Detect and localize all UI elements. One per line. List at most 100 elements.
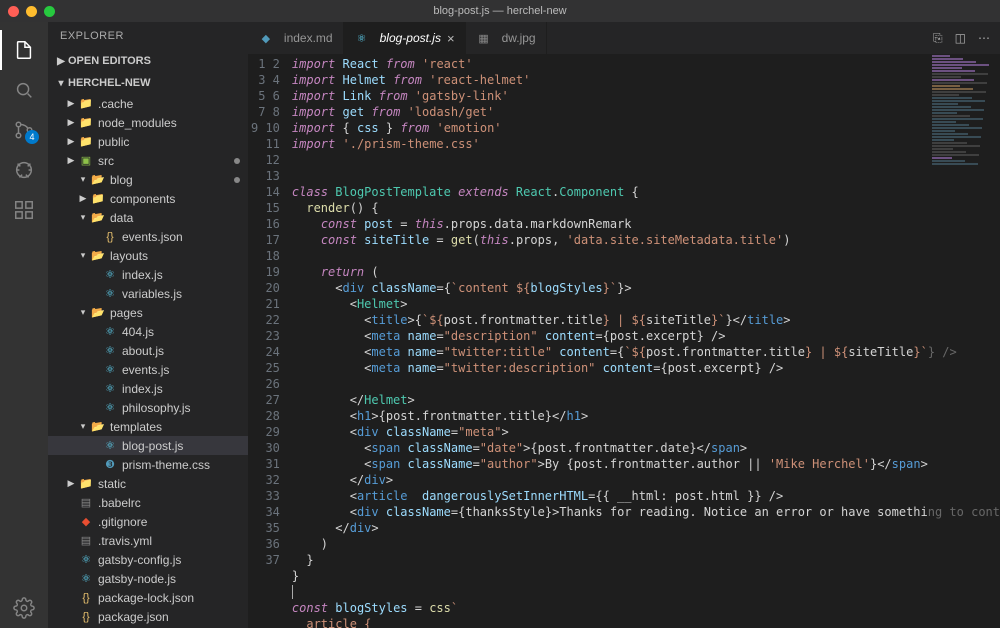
tree-item-variables-js[interactable]: ⚛ variables.js <box>48 284 248 303</box>
twistie-icon: ▾ <box>76 307 90 318</box>
tree-label: events.json <box>122 230 183 244</box>
tree-label: templates <box>110 420 162 434</box>
tree-item-layouts[interactable]: ▾📂 layouts <box>48 246 248 265</box>
tree-label: about.js <box>122 344 164 358</box>
tree-label: 404.js <box>122 325 154 339</box>
code-editor[interactable]: import React from 'react' import Helmet … <box>292 54 1000 628</box>
file-icon: ⚛ <box>102 343 118 359</box>
tree-item-index-js[interactable]: ⚛index.js <box>48 379 248 398</box>
tree-label: package-lock.json <box>98 591 194 605</box>
twistie-icon: ▶ <box>64 155 78 166</box>
file-icon: ▤ <box>78 495 94 511</box>
tab-index-md[interactable]: ◆index.md <box>248 22 344 54</box>
activity-explorer-icon[interactable] <box>0 30 48 70</box>
twistie-icon: ▶ <box>64 98 78 109</box>
file-icon: ◆ <box>78 514 94 530</box>
tree-label: index.js <box>122 268 163 282</box>
tree-item-static[interactable]: ▶📁static <box>48 474 248 493</box>
tree-item--cache[interactable]: ▶📁 .cache <box>48 94 248 113</box>
file-icon: {} <box>102 229 118 245</box>
tree-item-blog[interactable]: ▾📂blog <box>48 170 248 189</box>
tree-label: components <box>110 192 175 206</box>
editor-actions: ⎘ ◫ ⋯ <box>933 22 1000 54</box>
file-icon: 📂 <box>90 248 106 264</box>
maximize-window-button[interactable] <box>44 6 55 17</box>
close-window-button[interactable] <box>8 6 19 17</box>
open-changes-icon[interactable]: ⎘ <box>933 31 943 46</box>
file-icon: 📁 <box>78 96 94 112</box>
titlebar: blog-post.js — herchel-new <box>0 0 1000 22</box>
minimap[interactable] <box>928 54 1000 628</box>
activity-settings-icon[interactable] <box>0 588 48 628</box>
file-icon: ❸ <box>102 457 118 473</box>
tree-item-components[interactable]: ▶📁components <box>48 189 248 208</box>
activity-search-icon[interactable] <box>0 70 48 110</box>
tree-item-pages[interactable]: ▾📂pages <box>48 303 248 322</box>
open-editors-section[interactable]: ▶OPEN EDITORS <box>48 50 248 72</box>
tree-label: .babelrc <box>98 496 141 510</box>
file-icon: {} <box>78 590 94 606</box>
file-icon: ⚛ <box>78 552 94 568</box>
tree-label: blog-post.js <box>122 439 183 453</box>
split-editor-icon[interactable]: ◫ <box>955 31 966 45</box>
twistie-icon: ▶ <box>64 478 78 489</box>
tree-label: layouts <box>110 249 148 263</box>
dirty-indicator-icon <box>234 158 240 164</box>
file-icon: ▤ <box>78 533 94 549</box>
editor-tabs: ◆index.md⚛blog-post.js×▦dw.jpg ⎘ ◫ ⋯ <box>248 22 1000 54</box>
tree-item-404-js[interactable]: ⚛404.js <box>48 322 248 341</box>
tree-label: variables.js <box>122 287 182 301</box>
tree-item-gatsby-config-js[interactable]: ⚛ gatsby-config.js <box>48 550 248 569</box>
minimize-window-button[interactable] <box>26 6 37 17</box>
tree-label: events.js <box>122 363 169 377</box>
file-icon: ⚛ <box>78 571 94 587</box>
tree-item-about-js[interactable]: ⚛ about.js <box>48 341 248 360</box>
file-icon: ⚛ <box>102 286 118 302</box>
file-icon: ⚛ <box>102 438 118 454</box>
more-actions-icon[interactable]: ⋯ <box>978 31 990 45</box>
tree-item-index-js[interactable]: ⚛index.js <box>48 265 248 284</box>
tree-item--babelrc[interactable]: ▤ .babelrc <box>48 493 248 512</box>
file-icon: ⚛ <box>102 362 118 378</box>
tree-item-philosophy-js[interactable]: ⚛philosophy.js <box>48 398 248 417</box>
twistie-icon: ▾ <box>76 174 90 185</box>
tree-item-gatsby-node-js[interactable]: ⚛gatsby-node.js <box>48 569 248 588</box>
twistie-icon: ▾ <box>76 250 90 261</box>
tree-item-src[interactable]: ▶▣src <box>48 151 248 170</box>
tab-blog-post-js[interactable]: ⚛blog-post.js× <box>344 22 466 54</box>
tree-label: .cache <box>98 97 133 111</box>
file-icon: ▦ <box>476 30 492 46</box>
file-icon: 📂 <box>90 210 106 226</box>
tree-item-public[interactable]: ▶📁public <box>48 132 248 151</box>
file-icon: ⚛ <box>354 30 370 46</box>
sidebar-title: EXPLORER <box>48 22 248 50</box>
tree-item-package-lock-json[interactable]: {} package-lock.json <box>48 588 248 607</box>
tree-item-node_modules[interactable]: ▶📁node_modules <box>48 113 248 132</box>
tab-label: index.md <box>284 31 333 45</box>
tab-dw-jpg[interactable]: ▦dw.jpg <box>466 22 547 54</box>
tree-item--travis-yml[interactable]: ▤.travis.yml <box>48 531 248 550</box>
tree-label: package.json <box>98 610 169 624</box>
tree-item-data[interactable]: ▾📂 data <box>48 208 248 227</box>
tree-item-prism-theme-css[interactable]: ❸prism-theme.css <box>48 455 248 474</box>
scm-badge: 4 <box>25 130 39 144</box>
tree-item-events-json[interactable]: {} events.json <box>48 227 248 246</box>
activity-scm-icon[interactable]: 4 <box>0 110 48 150</box>
close-tab-icon[interactable]: × <box>447 31 455 46</box>
file-icon: ⚛ <box>102 400 118 416</box>
activity-debug-icon[interactable] <box>0 150 48 190</box>
twistie-icon: ▾ <box>76 212 90 223</box>
tree-item-events-js[interactable]: ⚛ events.js <box>48 360 248 379</box>
activity-extensions-icon[interactable] <box>0 190 48 230</box>
tree-label: gatsby-config.js <box>98 553 181 567</box>
tree-label: data <box>110 211 133 225</box>
tree-item-package-json[interactable]: {}package.json <box>48 607 248 626</box>
tree-item-blog-post-js[interactable]: ⚛ blog-post.js <box>48 436 248 455</box>
explorer-sidebar: EXPLORER ▶OPEN EDITORS ▾HERCHEL-NEW ▶📁.c… <box>48 22 248 628</box>
tree-label: .gitignore <box>98 515 147 529</box>
tree-item--gitignore[interactable]: ◆ .gitignore <box>48 512 248 531</box>
twistie-icon: ▶ <box>76 193 90 204</box>
workspace-section[interactable]: ▾HERCHEL-NEW <box>48 72 248 94</box>
tree-item-templates[interactable]: ▾📂templates <box>48 417 248 436</box>
tree-label: src <box>98 154 114 168</box>
